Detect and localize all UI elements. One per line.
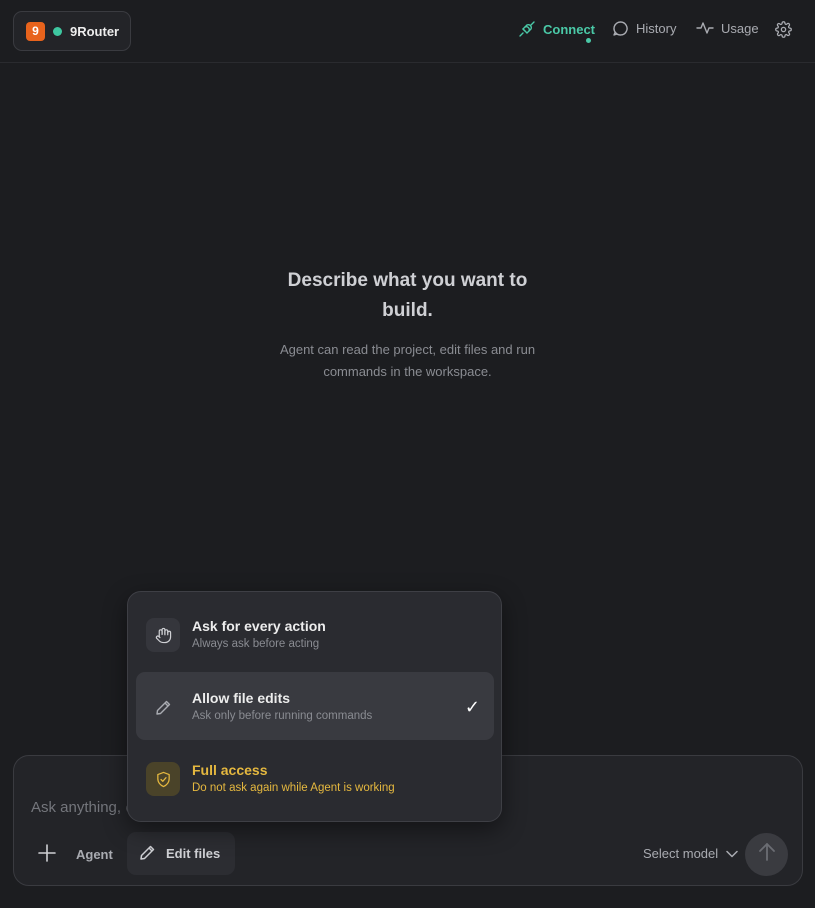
model-select[interactable]: Select model bbox=[643, 846, 738, 861]
model-select-label: Select model bbox=[643, 846, 719, 861]
nav-connect-label: Connect bbox=[543, 21, 595, 37]
shield-check-icon bbox=[146, 762, 180, 796]
hand-icon bbox=[146, 618, 180, 652]
send-button[interactable] bbox=[745, 833, 788, 876]
empty-state-title: Describe what you want to build. bbox=[287, 270, 528, 321]
plug-icon bbox=[518, 20, 536, 38]
chevron-down-icon bbox=[726, 846, 738, 861]
menu-item-subtitle: Do not ask again while Agent is working bbox=[192, 782, 395, 794]
connect-active-dot bbox=[586, 38, 591, 43]
nav-history-label: History bbox=[636, 21, 677, 36]
gear-icon bbox=[775, 21, 792, 38]
settings-button[interactable] bbox=[775, 21, 792, 38]
menu-item-full-access[interactable]: Full access Do not ask again while Agent… bbox=[136, 744, 494, 812]
top-bar: 9 9Router Connect History Usage bbox=[0, 0, 815, 63]
permission-menu: Ask for every action Always ask before a… bbox=[127, 591, 502, 822]
pencil-icon bbox=[146, 690, 180, 724]
menu-item-title: Allow file edits bbox=[192, 690, 291, 706]
nav-usage-label: Usage bbox=[721, 20, 759, 36]
permission-button[interactable]: Edit files bbox=[127, 832, 235, 875]
menu-item-subtitle: Always ask before acting bbox=[192, 638, 320, 650]
brand-logo: 9 bbox=[26, 21, 45, 41]
menu-item-ask-every-action[interactable]: Ask for every action Always ask before a… bbox=[136, 600, 494, 668]
permission-button-label: Edit files bbox=[166, 846, 221, 861]
nav-connect[interactable]: Connect bbox=[518, 20, 595, 43]
add-attachment-button[interactable] bbox=[36, 843, 58, 867]
pencil-icon bbox=[139, 844, 156, 864]
brand-button[interactable]: 9 9Router bbox=[13, 11, 131, 51]
menu-item-subtitle: Ask only before running commands bbox=[192, 710, 373, 722]
empty-state: Describe what you want to build. Agent c… bbox=[0, 266, 815, 383]
empty-state-subtitle: Agent can read the project, edit files a… bbox=[279, 342, 536, 379]
menu-item-title: Full access bbox=[192, 762, 268, 778]
checkmark-icon: ✓ bbox=[464, 697, 480, 717]
status-dot bbox=[53, 26, 62, 36]
nav-history[interactable]: History bbox=[612, 20, 676, 37]
menu-item-allow-file-edits[interactable]: Allow file edits Ask only before running… bbox=[136, 672, 494, 740]
chat-bubble-icon bbox=[612, 20, 629, 37]
menu-item-title: Ask for every action bbox=[192, 618, 326, 634]
agent-mode-button[interactable]: Agent bbox=[76, 847, 113, 862]
nav-usage[interactable]: Usage bbox=[696, 20, 759, 36]
arrow-up-icon bbox=[758, 842, 776, 867]
brand-name: 9Router bbox=[70, 23, 120, 39]
activity-icon bbox=[696, 20, 714, 36]
plus-icon bbox=[38, 843, 56, 867]
